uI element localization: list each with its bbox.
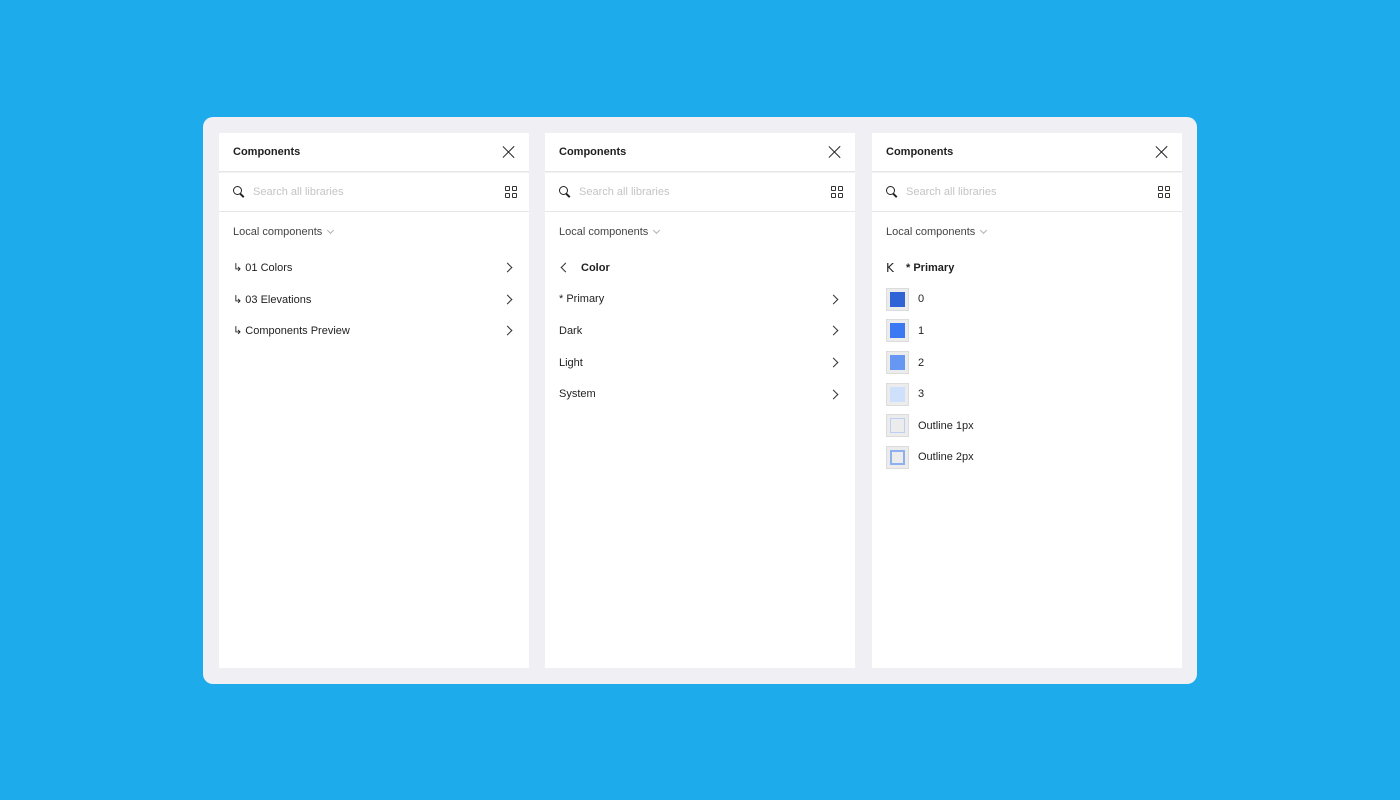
components-panel-primary: Components Local components K * Primary … [872, 133, 1182, 668]
list-item-dark[interactable]: Dark [545, 315, 855, 347]
search-bar [219, 172, 529, 212]
swatch-label: 0 [918, 293, 925, 306]
back-label: Color [581, 261, 610, 274]
chevron-right-icon [502, 294, 513, 305]
components-panel-root: Components Local components ↳ 01 Colors … [219, 133, 529, 668]
swatch-label: Outline 1px [918, 419, 974, 432]
section-label: Local components [559, 226, 649, 238]
chevron-right-icon [828, 294, 839, 305]
swatch-item[interactable]: Outline 2px [872, 442, 1182, 474]
close-icon[interactable] [501, 144, 517, 160]
swatch-item[interactable]: 1 [872, 315, 1182, 347]
swatch-item[interactable]: 0 [872, 284, 1182, 316]
color-swatch-icon [886, 351, 909, 375]
section-label: Local components [233, 226, 323, 238]
local-components-dropdown[interactable]: Local components [872, 212, 1182, 252]
list-item-label: * Primary [559, 293, 605, 306]
swatch-label: 3 [918, 388, 925, 401]
search-icon [886, 186, 898, 198]
list-item-label: ↳ 03 Elevations [233, 293, 312, 306]
swatch-label: 2 [918, 356, 925, 369]
chevron-down-icon [980, 226, 988, 235]
swatch-item[interactable]: 2 [872, 347, 1182, 379]
list-item-label: ↳ 01 Colors [233, 262, 293, 275]
chevron-right-icon [828, 389, 839, 400]
back-button[interactable]: Color [545, 252, 855, 284]
search-input[interactable] [579, 186, 831, 198]
grid-view-icon[interactable] [1158, 186, 1170, 198]
swatch-item[interactable]: Outline 1px [872, 410, 1182, 442]
search-bar [545, 172, 855, 212]
chevron-right-icon [828, 357, 839, 368]
swatch-fill [890, 355, 905, 371]
list-item-03-elevations[interactable]: ↳ 03 Elevations [219, 284, 529, 316]
back-glyph-icon: K [886, 260, 894, 275]
chevron-right-icon [502, 326, 513, 336]
swatch-label: 1 [918, 324, 925, 337]
list-item-system[interactable]: System [545, 378, 855, 410]
search-icon [559, 186, 571, 198]
swatch-fill [890, 291, 905, 307]
chevron-down-icon [653, 226, 661, 235]
panel-header: Components [219, 133, 529, 172]
list-item-label: System [559, 388, 596, 401]
list-item-label: Dark [559, 324, 583, 337]
search-input[interactable] [253, 186, 505, 198]
swatch-list: 0 1 2 3 Outline 1px Outline 2px [872, 284, 1182, 474]
swatch-fill [890, 323, 905, 339]
list-item-light[interactable]: Light [545, 347, 855, 379]
chevron-down-icon [327, 226, 335, 235]
swatch-item[interactable]: 3 [872, 378, 1182, 410]
panel-header: Components [545, 133, 855, 172]
color-swatch-icon [886, 414, 909, 438]
search-input[interactable] [906, 186, 1158, 198]
color-swatch-icon [886, 382, 909, 406]
panel-title: Components [886, 146, 954, 158]
grid-view-icon[interactable] [505, 186, 517, 198]
chevron-right-icon [828, 326, 839, 336]
local-components-dropdown[interactable]: Local components [545, 212, 855, 252]
components-frame: Components Local components ↳ 01 Colors … [203, 117, 1197, 684]
swatch-fill [890, 418, 905, 434]
panel-title: Components [233, 146, 301, 158]
close-icon[interactable] [1154, 144, 1170, 160]
swatch-label: Outline 2px [918, 451, 974, 464]
search-icon [233, 186, 245, 198]
list-item-label: Light [559, 356, 583, 369]
back-label: * Primary [906, 261, 955, 274]
list-item-components-preview[interactable]: ↳ Components Preview [219, 315, 529, 347]
color-swatch-icon [886, 287, 909, 311]
list-item-primary[interactable]: * Primary [545, 284, 855, 316]
swatch-fill [890, 386, 905, 402]
list-item-label: ↳ Components Preview [233, 325, 350, 338]
color-swatch-icon [886, 445, 909, 469]
panel-title: Components [559, 146, 627, 158]
local-components-dropdown[interactable]: Local components [219, 212, 529, 252]
chevron-left-icon [560, 262, 571, 273]
section-label: Local components [886, 226, 976, 238]
grid-view-icon[interactable] [831, 186, 843, 198]
color-swatch-icon [886, 319, 909, 343]
search-bar [872, 172, 1182, 212]
back-button[interactable]: K * Primary [872, 252, 1182, 284]
chevron-right-icon [502, 262, 513, 273]
components-panel-color: Components Local components Color * Prim… [545, 133, 855, 668]
close-icon[interactable] [827, 144, 843, 160]
panel-header: Components [872, 133, 1182, 172]
list-item-01-colors[interactable]: ↳ 01 Colors [219, 252, 529, 284]
swatch-fill [890, 449, 905, 465]
